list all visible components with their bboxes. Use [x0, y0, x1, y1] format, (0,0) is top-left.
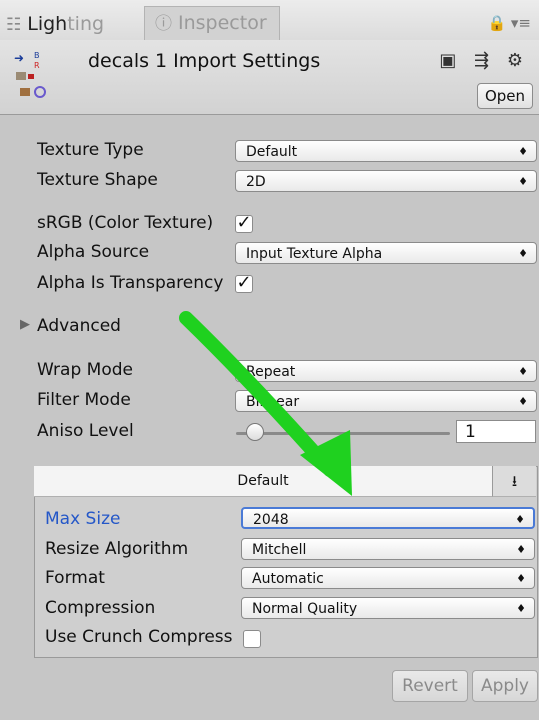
inspector-window: ☷ Lighting ⓘ Inspector 🔒 ▾≡ ➜ B R decals 1… — [0, 0, 539, 720]
annotation-arrow-icon — [179, 311, 352, 496]
